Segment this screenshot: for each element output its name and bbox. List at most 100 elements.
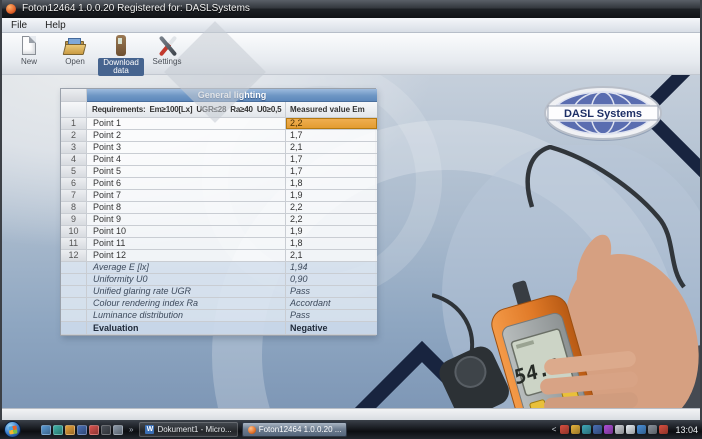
- menu-file[interactable]: File: [2, 18, 36, 33]
- taskbar: » W Dokument1 - Micro... Foton12464 1.0.…: [0, 420, 702, 439]
- toolbar: New Open Download data Settings: [2, 33, 700, 75]
- content-area: DASL Systems: [2, 75, 700, 408]
- quick-launch-icon[interactable]: [89, 425, 99, 435]
- window-bottom-strip: [0, 408, 702, 420]
- row-number-cell: [61, 298, 87, 310]
- measured-value-cell: 2,1: [286, 142, 377, 154]
- taskbar-button-foton[interactable]: Foton12464 1.0.0.20 ...: [242, 422, 348, 437]
- points-body: 1Point 12,22Point 21,73Point 32,14Point …: [61, 118, 375, 262]
- table-row[interactable]: 6Point 61,8: [61, 178, 375, 190]
- point-label-cell: Point 10: [87, 226, 286, 238]
- row-number-cell: 3: [61, 142, 87, 154]
- open-folder-icon: [64, 35, 86, 57]
- table-row[interactable]: Uniformity U00,90: [61, 274, 375, 286]
- row-number-cell: 12: [61, 250, 87, 262]
- settings-button[interactable]: Settings: [144, 33, 190, 66]
- point-label-cell: Point 2: [87, 130, 286, 142]
- new-button[interactable]: New: [6, 33, 52, 66]
- point-label-cell: Point 12: [87, 250, 286, 262]
- row-number-cell: 2: [61, 130, 87, 142]
- point-label-cell: Point 6: [87, 178, 286, 190]
- measured-value-cell: Pass: [286, 310, 377, 322]
- tray-icon[interactable]: [615, 425, 624, 434]
- tray-icon[interactable]: [560, 425, 569, 434]
- screen: Foton12464 1.0.0.20 Registered for: DASL…: [0, 0, 702, 439]
- measured-value-cell: 0,90: [286, 274, 377, 286]
- tray-icon[interactable]: [626, 425, 635, 434]
- table-row[interactable]: 10Point 101,9: [61, 226, 375, 238]
- point-label-cell: Point 8: [87, 202, 286, 214]
- taskbar-clock: 13:04: [675, 425, 698, 435]
- quick-launch-icon[interactable]: [113, 425, 123, 435]
- quick-launch-icon[interactable]: [101, 425, 111, 435]
- meter-device-icon: [110, 35, 132, 57]
- row-number-cell: [61, 274, 87, 286]
- table-row[interactable]: 5Point 51,7: [61, 166, 375, 178]
- requirements-header: Requirements: Em≥100[Lx] UGR≤28 Ra≥40 U0…: [87, 102, 286, 118]
- point-label-cell: Point 9: [87, 214, 286, 226]
- system-tray: < 13:04: [552, 425, 702, 435]
- summary-body: Average E [lx]1,94Uniformity U00,90Unifi…: [61, 262, 375, 322]
- evaluation-label: Evaluation: [87, 322, 286, 335]
- tray-icon[interactable]: [571, 425, 580, 434]
- table-row[interactable]: Colour rendering index RaAccordant: [61, 298, 375, 310]
- table-row[interactable]: 12Point 122,1: [61, 250, 375, 262]
- table-row[interactable]: Luminance distributionPass: [61, 310, 375, 322]
- start-button[interactable]: [4, 421, 21, 438]
- point-label-cell: Point 5: [87, 166, 286, 178]
- logo-text: DASL Systems: [564, 108, 642, 120]
- measured-value-cell: 1,8: [286, 178, 377, 190]
- row-number-cell: 5: [61, 166, 87, 178]
- table-row[interactable]: 8Point 82,2: [61, 202, 375, 214]
- quick-launch-overflow-icon[interactable]: »: [129, 425, 133, 434]
- measured-value-cell: 1,7: [286, 130, 377, 142]
- taskbar-button-word[interactable]: W Dokument1 - Micro...: [139, 422, 237, 437]
- measured-value-cell: 2,2: [286, 202, 377, 214]
- foton-app-icon: [248, 426, 256, 434]
- download-data-button[interactable]: Download data: [98, 33, 144, 76]
- table-row[interactable]: Average E [lx]1,94: [61, 262, 375, 274]
- tray-icon[interactable]: [593, 425, 602, 434]
- point-label-cell: Unified glaring rate UGR: [87, 286, 286, 298]
- measured-value-cell: 1,9: [286, 190, 377, 202]
- table-row[interactable]: 2Point 21,7: [61, 130, 375, 142]
- table-row[interactable]: Unified glaring rate UGRPass: [61, 286, 375, 298]
- row-number-cell: [61, 286, 87, 298]
- row-number-cell: [61, 310, 87, 322]
- quick-launch-icon[interactable]: [53, 425, 63, 435]
- window-border: [0, 0, 2, 420]
- quick-launch-icon[interactable]: [77, 425, 87, 435]
- new-document-icon: [18, 35, 40, 57]
- table-row[interactable]: 11Point 111,8: [61, 238, 375, 250]
- open-button[interactable]: Open: [52, 33, 98, 66]
- point-label-cell: Colour rendering index Ra: [87, 298, 286, 310]
- tray-icon[interactable]: [648, 425, 657, 434]
- tray-icon[interactable]: [637, 425, 646, 434]
- measured-value-cell: 1,94: [286, 262, 377, 274]
- point-label-cell: Point 3: [87, 142, 286, 154]
- measured-value-cell: 1,8: [286, 238, 377, 250]
- point-label-cell: Point 11: [87, 238, 286, 250]
- point-label-cell: Luminance distribution: [87, 310, 286, 322]
- quick-launch-icon[interactable]: [41, 425, 51, 435]
- title-bar[interactable]: Foton12464 1.0.0.20 Registered for: DASL…: [0, 0, 702, 18]
- table-row[interactable]: 7Point 71,9: [61, 190, 375, 202]
- measured-value-cell: 1,9: [286, 226, 377, 238]
- quick-launch: [41, 425, 123, 435]
- measured-value-cell: 1,7: [286, 166, 377, 178]
- menu-help[interactable]: Help: [36, 18, 75, 33]
- row-number-cell: 6: [61, 178, 87, 190]
- tray-expand-icon[interactable]: <: [552, 425, 557, 434]
- tray-icon[interactable]: [659, 425, 668, 434]
- table-row[interactable]: 3Point 32,1: [61, 142, 375, 154]
- evaluation-value: Negative: [286, 322, 377, 335]
- table-row[interactable]: 4Point 41,7: [61, 154, 375, 166]
- table-row[interactable]: 9Point 92,2: [61, 214, 375, 226]
- point-label-cell: Point 1: [87, 118, 286, 130]
- tray-icon[interactable]: [604, 425, 613, 434]
- quick-launch-icon[interactable]: [65, 425, 75, 435]
- measured-value-cell: 2,2: [286, 118, 377, 130]
- light-meter-photo: 54.1: [432, 145, 700, 408]
- tray-icon[interactable]: [582, 425, 591, 434]
- row-number-cell: 1: [61, 118, 87, 130]
